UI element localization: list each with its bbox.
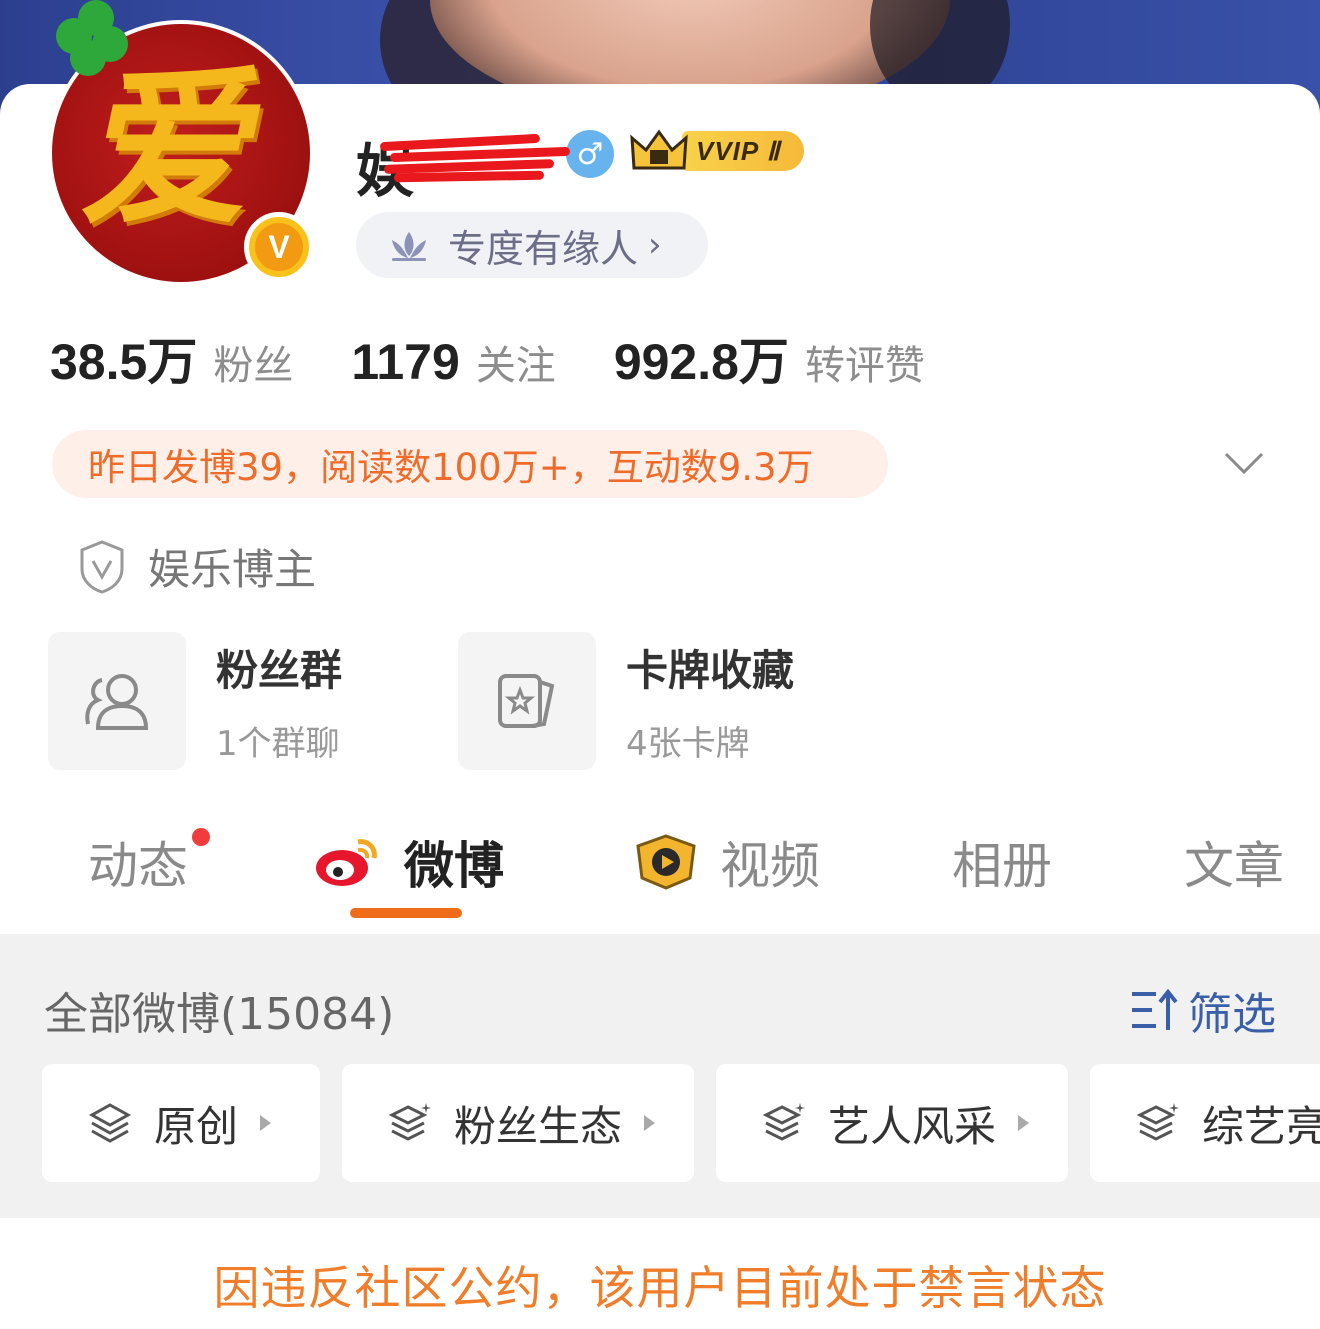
clover-decoration-icon [52, 0, 132, 80]
stat-label: 关注 [475, 343, 556, 389]
relation-label: 专度有缘人 [448, 226, 639, 271]
stat-number: 992.8万 [613, 334, 789, 390]
layers-sparkle-icon [762, 1103, 805, 1141]
tab-album[interactable]: 相册 [952, 826, 1052, 898]
chip-original[interactable]: 原创 [42, 1064, 320, 1182]
chevron-down-icon[interactable] [1222, 440, 1266, 484]
vvip-badge[interactable]: VVIP Ⅱ [630, 126, 805, 176]
vvip-label: VVIP Ⅱ [682, 131, 805, 171]
caret-right-icon [644, 1115, 656, 1131]
gender-male-icon: ♂ [566, 130, 614, 178]
sort-filter-icon [1132, 988, 1178, 1030]
fan-group-icon-box [48, 632, 186, 770]
stats-row: 38.5万 粉丝 1179 关注 992.8万 转评赞 [50, 322, 983, 394]
feature-title: 粉丝群 [216, 646, 343, 695]
activity-summary[interactable]: 昨日发博39，阅读数100万+，互动数9.3万 [52, 430, 888, 498]
card-star-icon [498, 674, 555, 728]
certification-row[interactable]: 娱乐博主 [78, 536, 316, 597]
lotus-icon [392, 232, 426, 261]
group-users-icon [85, 674, 149, 730]
crown-icon [630, 128, 688, 174]
video-badge-icon [636, 834, 696, 890]
tab-articles[interactable]: 文章 [1184, 826, 1284, 898]
caret-right-icon [1018, 1115, 1030, 1131]
profile-tabs: 动态 微博 视频 相册 文章 [0, 820, 1320, 920]
mute-notice: 因违反社区公约，该用户目前处于禁言状态 [213, 1261, 1107, 1315]
stat-number: 1179 [351, 334, 460, 390]
stat-following[interactable]: 1179 关注 [351, 333, 555, 391]
feature-subtitle: 1个群聊 [216, 724, 340, 764]
verified-badge-icon: V [244, 212, 314, 282]
relation-button[interactable]: 专度有缘人 › [356, 212, 708, 278]
tab-weibo[interactable]: 微博 [314, 826, 504, 898]
stat-label: 转评赞 [804, 343, 925, 389]
chip-artist-style[interactable]: 艺人风采 [716, 1064, 1068, 1182]
layers-icon [88, 1103, 132, 1143]
stat-fans[interactable]: 38.5万 粉丝 [50, 322, 293, 394]
avatar-glyph: 爱 [70, 49, 284, 249]
stat-label: 粉丝 [213, 343, 294, 389]
layers-sparkle-icon [388, 1103, 431, 1141]
notification-dot [192, 828, 210, 846]
active-tab-indicator [350, 908, 462, 918]
tab-dynamics[interactable]: 动态 [88, 826, 210, 898]
caret-right-icon [260, 1115, 272, 1131]
layers-sparkle-icon [1136, 1103, 1179, 1141]
stat-interactions[interactable]: 992.8万 转评赞 [614, 322, 925, 394]
tab-video[interactable]: 视频 [630, 826, 820, 898]
chip-variety-highlights[interactable]: 综艺亮 [1090, 1064, 1320, 1182]
filter-button[interactable]: 筛选 [1130, 978, 1276, 1042]
weibo-logo-icon [316, 839, 377, 886]
card-collection-card[interactable]: 卡牌收藏 4张卡牌 [458, 632, 794, 770]
weibo-count: 全部微博(15084) [44, 989, 395, 1040]
chevron-right-icon: › [648, 225, 662, 265]
feature-subtitle: 4张卡牌 [626, 724, 750, 764]
shield-v-icon [80, 539, 124, 594]
stat-number: 38.5万 [50, 334, 198, 390]
feed-section: 全部微博(15084) 筛选 原创 粉丝生态 艺人风采 综艺亮 [0, 934, 1320, 1218]
certification-label: 娱乐博主 [148, 545, 317, 594]
redaction-scribble [379, 132, 571, 183]
fan-group-card[interactable]: 粉丝群 1个群聊 [48, 632, 342, 770]
chip-fan-ecology[interactable]: 粉丝生态 [342, 1064, 694, 1182]
card-collection-icon-box [458, 632, 596, 770]
feature-title: 卡牌收藏 [626, 646, 795, 695]
